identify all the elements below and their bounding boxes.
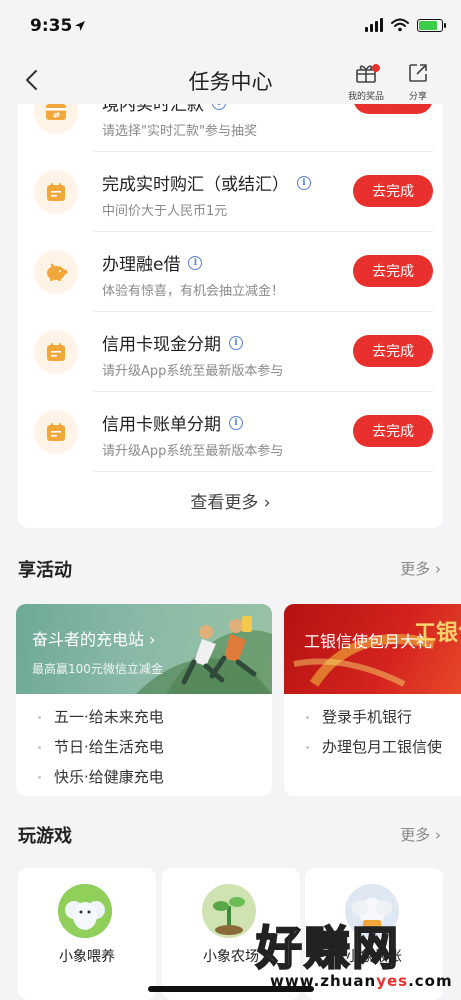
- page-title: 任务中心: [188, 70, 273, 94]
- status-bar: 9:35: [0, 0, 461, 56]
- activity-list-item[interactable]: 五一·给未来充电: [16, 702, 272, 732]
- calendar-icon: [34, 330, 78, 374]
- task-subtitle: 体验有惊喜，有机会抽立减金！: [102, 284, 285, 299]
- piggy-bank-icon: [34, 250, 78, 294]
- task-subtitle: 请升级App系统至最新版本参与: [102, 364, 284, 379]
- elephant-avatar-icon: [58, 884, 112, 938]
- activities-more-link[interactable]: 更多 ›: [400, 558, 441, 579]
- info-icon[interactable]: i: [188, 255, 203, 270]
- activity-item-list: 五一·给未来充电 节日·给生活充电 快乐·给健康充电: [16, 702, 272, 792]
- navigation-bar: 任务中心 我的奖品 分享: [0, 56, 461, 104]
- task-title: 信用卡账单分期 i: [102, 410, 243, 435]
- games-more-link[interactable]: 更多 ›: [400, 824, 441, 845]
- task-subtitle: 中间价大于人民币1元: [102, 204, 228, 219]
- farm-sprout-avatar-icon: [202, 884, 256, 938]
- calendar-icon: [34, 410, 78, 454]
- share-icon: [409, 64, 427, 82]
- complete-task-button[interactable]: 去完成: [353, 175, 433, 207]
- calendar-icon: [34, 170, 78, 214]
- activity-banner[interactable]: 奋斗者的充电站 › 最高赢100元微信立减金: [16, 604, 272, 694]
- task-row: 办理融e借 i 体验有惊喜，有机会抽立减金！ 去完成: [18, 232, 443, 312]
- game-card-elephant-feeding[interactable]: 小象喂养: [18, 868, 156, 1000]
- task-subtitle: 请升级App系统至最新版本参与: [102, 444, 284, 459]
- activity-banner-title: 工银信使包月大礼: [304, 632, 433, 651]
- status-icons: [365, 18, 446, 32]
- location-arrow-icon: [75, 21, 85, 31]
- home-indicator[interactable]: [148, 986, 314, 992]
- task-title: 办理融e借 i: [102, 250, 203, 275]
- complete-task-button[interactable]: 去完成: [353, 255, 433, 287]
- games-section-header: 玩游戏 更多 ›: [18, 822, 443, 850]
- notification-dot: [372, 64, 380, 72]
- games-title: 玩游戏: [18, 826, 72, 847]
- see-more-link[interactable]: 查看更多 ›: [18, 488, 443, 513]
- info-icon[interactable]: i: [229, 335, 243, 350]
- task-list-card: 境内实时汇款i 请选择"实时汇款"参与抽奖 去完成 完成实时购汇（或结汇）i 中…: [18, 80, 443, 528]
- wifi-icon: [391, 18, 409, 32]
- task-row: 信用卡现金分期 i 请升级App系统至最新版本参与 去完成: [18, 312, 443, 392]
- activity-item-list: 登录手机银行 办理包月工银信使: [284, 702, 461, 762]
- activity-card-icbc-messenger[interactable]: 工银信使包月大礼 工银包月 登录手机银行 办理包月工银信使: [284, 604, 461, 796]
- activity-list-item[interactable]: 办理包月工银信使: [284, 732, 461, 762]
- activity-list-item[interactable]: 快乐·给健康充电: [16, 762, 272, 792]
- activity-banner-title: 奋斗者的充电站 ›: [32, 630, 156, 649]
- activities-section-header: 享活动 更多 ›: [18, 556, 443, 584]
- status-time: 9:35: [30, 16, 73, 36]
- activities-title: 享活动: [18, 560, 72, 581]
- watermark-logo-text: 好赚网: [255, 920, 400, 976]
- activity-list-item[interactable]: 登录手机银行: [284, 702, 461, 732]
- game-label: 小象喂养: [59, 949, 115, 965]
- task-row: 信用卡账单分期 i 请升级App系统至最新版本参与 去完成: [18, 392, 443, 472]
- task-row: 完成实时购汇（或结汇） i 中间价大于人民币1元 去完成: [18, 152, 443, 232]
- share-button[interactable]: 分享: [396, 62, 440, 102]
- info-icon[interactable]: i: [229, 415, 243, 430]
- task-subtitle: 请选择"实时汇款"参与抽奖: [102, 124, 257, 139]
- my-prizes-button[interactable]: 我的奖品: [344, 62, 388, 102]
- activity-banner-subtitle: 最高赢100元微信立减金: [32, 662, 163, 676]
- info-icon[interactable]: i: [297, 175, 311, 190]
- task-title: 完成实时购汇（或结汇） i: [102, 170, 311, 195]
- share-label: 分享: [408, 92, 427, 102]
- activity-banner[interactable]: 工银信使包月大礼 工银包月: [284, 604, 461, 694]
- activity-card-charging-station[interactable]: 奋斗者的充电站 › 最高赢100元微信立减金 五一·给未来充电 节日·给生活充电…: [16, 604, 272, 796]
- activity-list-item[interactable]: 节日·给生活充电: [16, 732, 272, 762]
- cellular-signal-icon: [365, 18, 383, 32]
- divider: [94, 471, 433, 472]
- complete-task-button[interactable]: 去完成: [353, 335, 433, 367]
- battery-icon: [417, 18, 446, 32]
- my-prizes-label: 我的奖品: [347, 92, 384, 102]
- activity-banner-overlay: 工银包月: [414, 621, 461, 646]
- task-title: 信用卡现金分期 i: [102, 330, 243, 355]
- complete-task-button[interactable]: 去完成: [353, 415, 433, 447]
